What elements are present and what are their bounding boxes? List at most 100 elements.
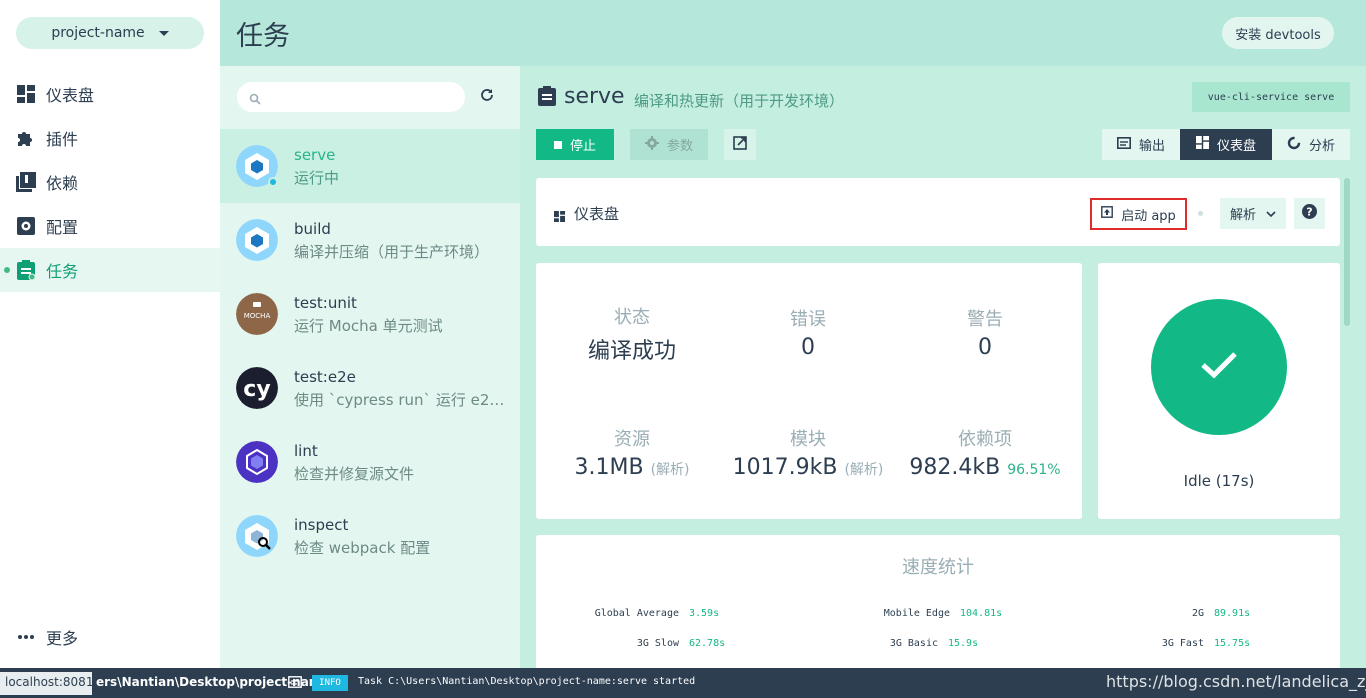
nav-item-config[interactable]: 配置 <box>0 204 220 248</box>
nav-item-tasks[interactable]: 任务 <box>0 248 220 292</box>
stat-value: 0 <box>978 335 992 360</box>
speed-stats-title: 速度统计 <box>902 557 974 578</box>
stat-percent: 96.51% <box>1007 462 1061 478</box>
task-description: 运行中 <box>294 169 340 187</box>
task-name: test:unit <box>294 294 357 312</box>
svg-text:MOCHA: MOCHA <box>244 312 271 320</box>
page-title: 任务 <box>236 21 290 52</box>
selected-indicator <box>4 267 10 273</box>
task-name: inspect <box>294 516 349 534</box>
stat-modules: 模块 1017.9kB (解析) <box>720 425 896 480</box>
tab-analyze[interactable]: 分析 <box>1272 129 1350 160</box>
parameters-label: 参数 <box>666 139 693 154</box>
task-description: 检查并修复源文件 <box>294 465 415 483</box>
install-devtools-button[interactable]: 安装 devtools <box>1222 17 1334 49</box>
last-log-message[interactable]: Task C:\Users\Nantian\Desktop\project-na… <box>358 676 695 687</box>
launch-app-button[interactable]: 启动 app <box>1090 198 1187 230</box>
nav-label-plugins: 插件 <box>46 130 79 149</box>
open-in-browser-icon <box>1101 206 1114 222</box>
stat-status: 状态 编译成功 <box>544 303 720 365</box>
project-selector[interactable]: project-name <box>16 17 204 49</box>
eslint-icon <box>236 441 278 483</box>
dashboard-title: 仪表盘 <box>574 205 620 223</box>
analyze-dropdown[interactable]: 解析 <box>1220 198 1286 229</box>
parameters-button[interactable]: 参数 <box>630 129 708 160</box>
dashboard-icon <box>16 84 36 104</box>
dashboard-icon <box>554 207 565 226</box>
search-icon <box>249 90 261 109</box>
tab-output[interactable]: 输出 <box>1102 129 1180 160</box>
success-status-circle <box>1151 299 1287 435</box>
speed-stat: Mobile Edge 104.81s <box>866 608 1002 619</box>
nav-label-tasks: 任务 <box>46 262 79 281</box>
stat-label: 资源 <box>614 429 650 450</box>
nav-item-dependencies[interactable]: 依赖 <box>0 160 220 204</box>
stat-label: 依赖项 <box>958 429 1012 450</box>
stop-button[interactable]: 停止 <box>536 129 614 160</box>
nav-item-plugins[interactable]: 插件 <box>0 116 220 160</box>
analyze-link[interactable]: (解析) <box>844 462 883 478</box>
scrollbar[interactable] <box>1344 178 1350 326</box>
task-detail: serve 编译和热更新（用于开发环境） vue-cli-service ser… <box>520 66 1366 668</box>
task-name: serve <box>294 146 336 164</box>
chevron-down-icon <box>1266 206 1276 221</box>
webpack-inspect-icon <box>236 515 278 557</box>
speed-stats-card: 速度统计 Global Average 3.59s Mobile Edge 104.… <box>536 535 1340 668</box>
launch-app-label: 启动 app <box>1121 208 1176 224</box>
svg-text:cy: cy <box>243 377 270 402</box>
speed-stat-value: 62.78s <box>689 638 726 649</box>
log-level-badge: INFO <box>312 675 348 691</box>
clipboard-icon <box>538 86 556 110</box>
speed-stat-value: 15.9s <box>948 638 979 649</box>
stat-errors: 错误 0 <box>720 305 896 360</box>
task-item-test-e2e[interactable]: cy test:e2e 使用 `cypress run` 运行 e2e 测试 <box>220 351 520 425</box>
task-item-lint[interactable]: lint 检查并修复源文件 <box>220 425 520 499</box>
stat-assets: 资源 3.1MB (解析) <box>544 425 720 480</box>
search-input[interactable] <box>267 86 457 108</box>
nav-label-dependencies: 依赖 <box>46 174 79 193</box>
speed-stat-value: 104.81s <box>960 608 1003 619</box>
view-tabs: 输出 仪表盘 分析 <box>1102 129 1350 160</box>
speed-stat: 3G Fast 15.75s <box>1156 638 1250 649</box>
task-item-serve[interactable]: serve 运行中 <box>220 129 520 203</box>
task-list-pane: serve 运行中 build 编译并压缩（用于生产环境） MOCHA test… <box>220 66 520 668</box>
command-badge: vue-cli-service serve <box>1192 82 1350 112</box>
stat-label: 错误 <box>790 309 826 330</box>
nav-label-config: 配置 <box>46 218 79 237</box>
tab-dashboard[interactable]: 仪表盘 <box>1180 129 1272 160</box>
project-name-label: project-name <box>51 25 145 41</box>
task-subtitle: 编译和热更新（用于开发环境） <box>634 92 845 110</box>
open-in-new-button[interactable] <box>724 129 756 160</box>
build-status-card: Idle (17s) <box>1098 263 1340 519</box>
stat-value: 982.4kB <box>909 455 1001 480</box>
analyze-link[interactable]: (解析) <box>651 462 690 478</box>
speed-stat: 3G Basic 15.9s <box>866 638 978 649</box>
speed-stat: 2G 89.91s <box>1156 608 1250 619</box>
task-item-inspect[interactable]: inspect 检查 webpack 配置 <box>220 499 520 573</box>
puzzle-icon <box>16 128 36 148</box>
speed-stat-name: 3G Fast <box>1161 638 1204 649</box>
nav-item-dashboard[interactable]: 仪表盘 <box>0 72 220 116</box>
speed-stat: Global Average 3.59s <box>594 608 719 619</box>
task-item-build[interactable]: build 编译并压缩（用于生产环境） <box>220 203 520 277</box>
speed-stat-name: 2G <box>1191 608 1204 619</box>
nav-label-more: 更多 <box>46 629 79 648</box>
nav-more[interactable]: 更多 <box>0 615 220 659</box>
console-icon[interactable] <box>288 676 302 691</box>
watermark: https://blog.csdn.net/landelica_zjy <box>1106 672 1366 691</box>
svg-text:?: ? <box>1306 206 1312 219</box>
nav-label-dashboard: 仪表盘 <box>46 86 95 105</box>
caret-down-icon <box>158 30 169 36</box>
task-item-test-unit[interactable]: MOCHA test:unit 运行 Mocha 单元测试 <box>220 277 520 351</box>
help-button[interactable]: ? <box>1294 198 1325 229</box>
stat-value: 3.1MB <box>574 455 644 480</box>
search-box[interactable] <box>237 82 465 112</box>
tab-dashboard-label: 仪表盘 <box>1216 139 1256 154</box>
tab-analyze-label: 分析 <box>1308 139 1335 154</box>
dashboard-header-card: 仪表盘 启动 app 解析 ? <box>536 178 1340 246</box>
library-books-icon <box>16 172 36 192</box>
running-status-dot <box>268 177 278 187</box>
stop-label: 停止 <box>569 139 596 154</box>
status-text: Idle (17s) <box>1183 472 1255 490</box>
refresh-icon[interactable] <box>479 87 499 107</box>
